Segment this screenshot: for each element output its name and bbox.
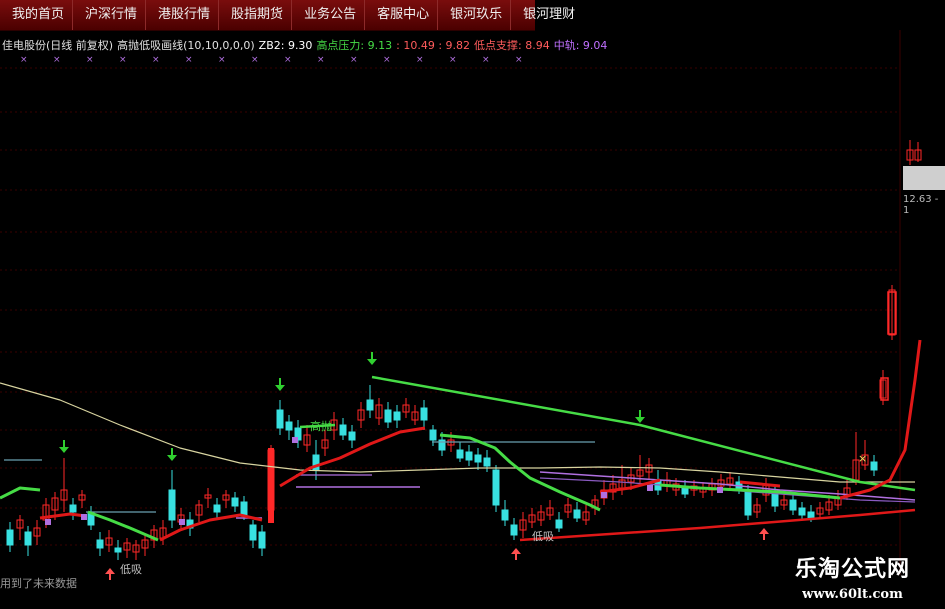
candle-body xyxy=(240,501,248,516)
sell-arrow-icon xyxy=(367,352,377,365)
resistance-line xyxy=(439,433,601,512)
watermark: 乐淘公式网 www.60lt.com xyxy=(760,552,945,609)
candle-body xyxy=(366,399,374,411)
header-tick-mark: × xyxy=(515,55,523,65)
signal-marker xyxy=(601,492,607,498)
support-line xyxy=(839,339,922,500)
sell-arrow-icon xyxy=(275,378,285,391)
candle-body xyxy=(798,507,806,516)
watermark-url: www.60lt.com xyxy=(802,587,903,602)
header-tick-mark: × xyxy=(482,55,490,65)
candle-body xyxy=(231,497,239,507)
header-tick-mark: × xyxy=(416,55,424,65)
buy-arrow-icon xyxy=(759,528,769,540)
candle-body xyxy=(465,451,473,461)
candle-body xyxy=(744,489,752,516)
candle-body xyxy=(348,431,356,441)
candle-body xyxy=(807,511,815,519)
candle-body xyxy=(69,504,77,513)
watermark-title: 乐淘公式网 xyxy=(794,556,910,582)
header-tick-mark: × xyxy=(218,55,226,65)
candle-body xyxy=(492,469,500,506)
candle-body xyxy=(258,531,266,549)
header-tick-mark: × xyxy=(86,55,94,65)
resistance-line xyxy=(87,510,159,542)
candle-body xyxy=(393,411,401,421)
candle-body xyxy=(6,529,14,546)
sell-arrow-icon xyxy=(635,410,645,423)
signal-marker xyxy=(45,519,51,525)
resistance-line xyxy=(0,486,41,500)
header-tick-mark: × xyxy=(317,55,325,65)
header-tick-mark: × xyxy=(449,55,457,65)
candle-body xyxy=(555,519,563,529)
candle-body xyxy=(420,407,428,421)
signal-marker xyxy=(81,514,87,520)
candle-body xyxy=(789,499,797,511)
candle-body xyxy=(213,504,221,513)
candle-body xyxy=(681,487,689,495)
candle-body xyxy=(168,489,176,521)
label-low: 低吸 xyxy=(532,530,554,543)
header-tick-mark: × xyxy=(383,55,391,65)
support-line xyxy=(39,512,87,520)
candle-body xyxy=(339,424,347,436)
price-scale-label: 12.63 - 1 xyxy=(903,194,939,216)
buy-arrow-icon xyxy=(105,568,115,580)
header-tick-mark: × xyxy=(119,55,127,65)
signal-marker xyxy=(717,487,723,493)
support-line xyxy=(739,480,781,488)
candle-body-large xyxy=(880,377,889,401)
header-tick-mark: × xyxy=(185,55,193,65)
signal-marker xyxy=(647,485,653,491)
header-tick-mark: × xyxy=(20,55,28,65)
candle-body xyxy=(285,421,293,431)
label-low: 低吸 xyxy=(120,563,142,576)
sell-arrow-icon xyxy=(59,440,69,453)
candle-body xyxy=(384,409,392,423)
candle-body xyxy=(96,539,104,549)
candle-body xyxy=(483,457,491,467)
candle-body xyxy=(501,509,509,521)
bottom-note: 用到了未来数据 xyxy=(0,577,77,590)
price-scale-box xyxy=(903,166,945,190)
candle-body xyxy=(573,509,581,519)
buy-arrow-icon xyxy=(511,548,521,560)
candle-body xyxy=(870,461,878,471)
candle-body xyxy=(276,409,284,429)
signal-marker xyxy=(179,519,185,525)
sell-arrow-icon xyxy=(167,448,177,461)
header-tick-mark: × xyxy=(53,55,61,65)
candle-body xyxy=(429,429,437,441)
label-high: 高抛 xyxy=(310,419,332,433)
header-tick-mark: × xyxy=(251,55,259,65)
candle-body-large xyxy=(268,448,274,523)
ma-line xyxy=(0,382,915,483)
candle-body xyxy=(474,454,482,463)
candle-body xyxy=(24,531,32,546)
signal-marker xyxy=(292,437,298,443)
header-tick-mark: × xyxy=(350,55,358,65)
header-tick-mark: × xyxy=(152,55,160,65)
candle-body xyxy=(510,524,518,536)
candle-body xyxy=(114,547,122,553)
candle-body xyxy=(456,449,464,459)
header-tick-mark: × xyxy=(284,55,292,65)
signal-marker: × xyxy=(858,452,867,465)
kline-chart: × × × × × × × × × × × × × × × ×高抛低吸低吸× xyxy=(0,30,922,580)
candle-body xyxy=(249,524,257,541)
